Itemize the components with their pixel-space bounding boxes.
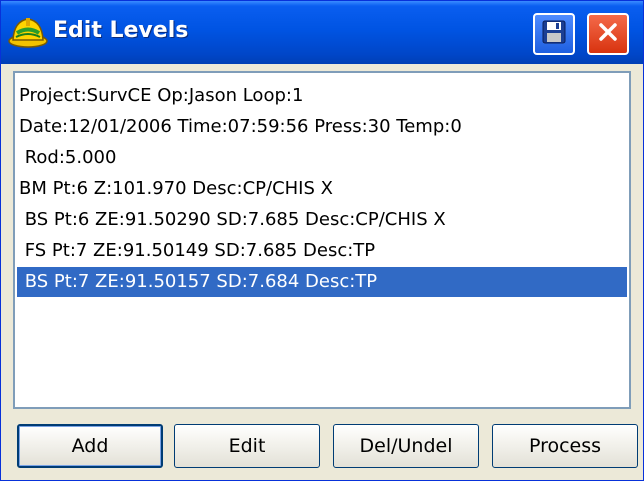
list-item[interactable]: Date:12/01/2006 Time:07:59:56 Press:30 T… bbox=[17, 112, 627, 142]
list-item-selected[interactable]: BS Pt:7 ZE:91.50157 SD:7.684 Desc:TP bbox=[17, 267, 627, 297]
hardhat-icon bbox=[7, 11, 49, 53]
list-item[interactable]: Project:SurvCE Op:Jason Loop:1 bbox=[17, 81, 627, 111]
close-button[interactable] bbox=[587, 13, 629, 55]
del-undel-button[interactable]: Del/Undel bbox=[333, 424, 479, 468]
list-item[interactable]: BM Pt:6 Z:101.970 Desc:CP/CHIS X bbox=[17, 174, 627, 204]
edit-levels-window: Edit Levels Project:SurvCE Op:Jason Loop bbox=[0, 0, 644, 481]
edit-button[interactable]: Edit bbox=[174, 424, 320, 468]
list-item[interactable]: FS Pt:7 ZE:91.50149 SD:7.685 Desc:TP bbox=[17, 236, 627, 266]
close-x-icon bbox=[597, 21, 619, 47]
list-item[interactable]: Rod:5.000 bbox=[17, 143, 627, 173]
title-bar[interactable]: Edit Levels bbox=[1, 1, 643, 64]
button-row: Add Edit Del/Undel Process bbox=[1, 424, 643, 468]
add-button[interactable]: Add bbox=[17, 424, 163, 468]
floppy-disk-icon bbox=[541, 19, 567, 49]
list-item[interactable]: BS Pt:6 ZE:91.50290 SD:7.685 Desc:CP/CHI… bbox=[17, 205, 627, 235]
window-title: Edit Levels bbox=[53, 18, 189, 43]
save-button[interactable] bbox=[533, 13, 575, 55]
levels-listbox[interactable]: Project:SurvCE Op:Jason Loop:1 Date:12/0… bbox=[13, 71, 631, 409]
process-button[interactable]: Process bbox=[492, 424, 638, 468]
client-area: Project:SurvCE Op:Jason Loop:1 Date:12/0… bbox=[1, 64, 643, 480]
